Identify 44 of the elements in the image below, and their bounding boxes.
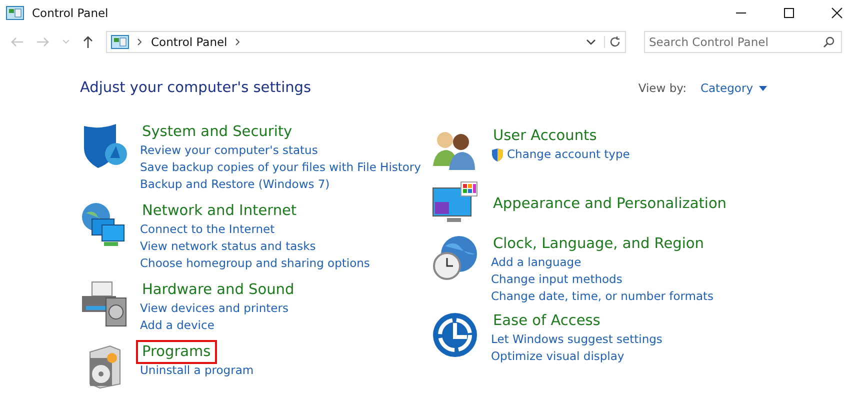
address-bar[interactable]: Control Panel [106,31,626,53]
task-link[interactable]: Choose homegroup and sharing options [140,255,370,272]
task-link[interactable]: Let Windows suggest settings [491,331,662,348]
task-link[interactable]: Connect to the Internet [140,221,275,238]
task-link[interactable]: Change input methods [491,271,622,288]
category-link[interactable]: System and Security [136,120,298,144]
task-link[interactable]: Change date, time, or number formats [491,288,714,305]
maximize-icon[interactable] [783,7,795,19]
task-link[interactable]: Uninstall a program [140,362,254,379]
search-field[interactable]: Search Control Panel [644,31,842,53]
category-link[interactable]: Appearance and Personalization [487,192,733,216]
globe-clock-icon[interactable] [431,234,479,282]
breadcrumb[interactable]: Control Panel [151,35,228,49]
task-link[interactable]: View devices and printers [140,300,288,317]
task-link[interactable]: Save backup copies of your files with File History [140,159,421,176]
control-panel-icon [6,6,24,20]
task-link[interactable]: Backup and Restore (Windows 7) [140,176,330,193]
category-link[interactable]: Ease of Access [487,309,606,333]
search-icon[interactable] [823,36,835,48]
category-link[interactable]: User Accounts [487,124,603,148]
task-link[interactable]: Add a device [140,317,214,334]
task-link[interactable]: View network status and tasks [140,238,316,255]
task-link[interactable]: Optimize visual display [491,348,624,365]
view-by-label: View by: [638,81,686,95]
category-link[interactable]: Programs [136,340,217,364]
window-title: Control Panel [32,6,108,20]
dropdown-icon[interactable] [759,86,767,90]
chevron-icon[interactable] [235,38,242,46]
category-link[interactable]: Clock, Language, and Region [487,232,710,256]
task-link[interactable]: Change account type [507,146,630,163]
close-icon[interactable] [831,7,843,19]
chevron-icon [137,38,143,46]
refresh-icon[interactable] [604,36,621,48]
category-link[interactable]: Network and Internet [136,199,303,223]
category-link[interactable]: Hardware and Sound [136,278,300,302]
task-link[interactable]: Review your computer's status [140,142,318,159]
control-panel-icon [111,35,129,49]
up-arrow-icon[interactable] [82,35,94,49]
page-heading: Adjust your computer's settings [80,80,312,96]
printer-speaker-icon[interactable] [80,280,128,328]
ease-of-access-icon[interactable] [431,311,479,359]
task-link[interactable]: Add a language [491,254,582,271]
dropdown-icon[interactable] [586,38,596,46]
view-by-dropdown[interactable]: Category [700,81,753,95]
